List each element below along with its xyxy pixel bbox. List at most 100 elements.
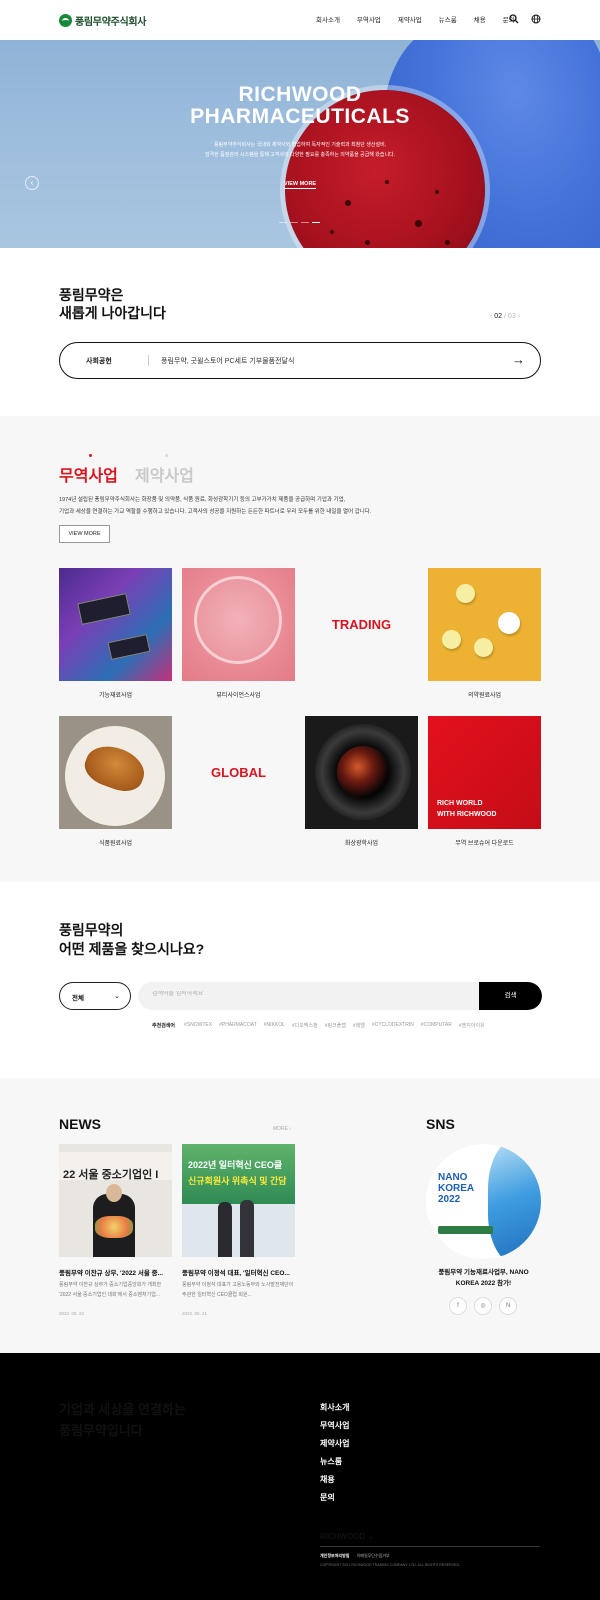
news-item-2-desc: 풍림무약 이정석 대표가 고용노동부와 노사발전재단이 주관한 일터혁신 CEO… — [182, 1282, 294, 1298]
sns-img-line1: NANO — [438, 1172, 468, 1183]
keyword-link[interactable]: #COMPUTAR — [421, 1022, 452, 1029]
business-desc-line1: 1974년 설립된 풍림무약주식회사는 화장품 및 의약품, 식품 원료, 화성… — [59, 497, 346, 503]
tile-brochure-image[interactable]: RICH WORLD WITH RICHWOOD — [428, 716, 541, 829]
footer-title-line2: 풍림무약입니다 — [59, 1423, 143, 1438]
footer-title: 기업과 세상을 연결하는 풍림무약입니다 — [59, 1399, 186, 1441]
hero-title-line2: PHARMACEUTICALS — [190, 105, 410, 128]
keyword-link[interactable]: #CYCLODEXTRIN — [372, 1022, 414, 1029]
news-1-image-text: 22 서울 중소기업인 I — [63, 1169, 159, 1181]
chevron-down-icon: ⌄ — [367, 1532, 375, 1541]
hero-page-4[interactable] — [312, 222, 320, 223]
keyword-link[interactable]: #링크플랩 — [325, 1022, 346, 1029]
news-item-2-date: 2022. 06. 21 — [182, 1311, 208, 1316]
more-label: MORE — [273, 1126, 288, 1132]
footer-nav-pharma[interactable]: 제약사업 — [320, 1435, 349, 1453]
news-item-1-image[interactable]: 22 서울 중소기업인 I — [59, 1144, 172, 1257]
footer-nav-newsroom[interactable]: 뉴스룸 — [320, 1453, 349, 1471]
news-2-image-text-1: 2022년 일터혁신 CEO클 — [188, 1160, 283, 1170]
search-button[interactable]: 검색 — [479, 982, 542, 1010]
next-chevron-icon[interactable]: › — [518, 313, 520, 320]
hero-page-1[interactable] — [279, 222, 287, 223]
sns-caption[interactable]: 풍림무약 기능재료사업부, NANO KOREA 2022 참가! — [426, 1267, 541, 1289]
news-category: 사회공헌 — [86, 358, 112, 365]
naver-blog-icon[interactable]: N — [499, 1297, 517, 1315]
hero-prev-arrow-icon[interactable]: ‹ — [25, 176, 39, 190]
footer-nav-trading[interactable]: 무역사업 — [320, 1417, 349, 1435]
globe-icon[interactable] — [531, 14, 541, 24]
footer-divider — [320, 1546, 540, 1547]
sns-img-line2: KOREA — [438, 1183, 475, 1194]
intro-title-line1: 풍림무약은 — [59, 287, 124, 303]
keyword-link[interactable]: #레엘 — [353, 1022, 365, 1029]
tile-beauty-label[interactable]: 뷰티사이언스사업 — [182, 690, 295, 699]
news-more-link[interactable]: MORE › — [273, 1126, 291, 1132]
email-policy-link[interactable]: 이메일무단수집거부 — [357, 1553, 390, 1558]
tile-food-label[interactable]: 식품원료사업 — [59, 838, 172, 847]
hero-page-2[interactable] — [290, 222, 298, 223]
sns-img-line3: 2022 — [438, 1194, 461, 1205]
footer-nav-recruit[interactable]: 채용 — [320, 1471, 349, 1489]
hero-view-more-button[interactable]: VIEW MORE — [284, 181, 317, 189]
news-heading: NEWS — [59, 1116, 101, 1132]
footer-nav-company[interactable]: 회사소개 — [320, 1399, 349, 1417]
search-category-select[interactable]: 전체 ⌄ — [59, 982, 131, 1010]
privacy-policy-link[interactable]: 개인정보처리방침 — [320, 1553, 349, 1558]
tile-brochure-label[interactable]: 무역 브로슈어 다운로드 — [428, 838, 541, 847]
instagram-icon[interactable]: ◎ — [474, 1297, 492, 1315]
sns-image-text: NANO KOREA 2022 — [438, 1172, 474, 1205]
search-title-line2: 어떤 제품을 찾으시나요? — [59, 941, 205, 957]
tile-optics-image[interactable] — [305, 716, 418, 829]
keyword-link[interactable]: #PHARMACOAT — [219, 1022, 257, 1029]
search-input[interactable] — [152, 991, 452, 997]
nav-trading[interactable]: 무역사업 — [357, 14, 381, 24]
business-view-more-button[interactable]: VIEW MORE — [59, 525, 110, 543]
footer-nav-contact[interactable]: 문의 — [320, 1489, 349, 1507]
tile-pharma-image[interactable] — [428, 568, 541, 681]
hero-description: 풍림무약주식회사는 국내외 제약사와 협업하여 독자적인 기술력과 최첨단 생산… — [0, 140, 600, 160]
search-icon[interactable] — [509, 14, 519, 24]
tile-food-image[interactable] — [59, 716, 172, 829]
footer-nav: 회사소개 무역사업 제약사업 뉴스룸 채용 문의 — [320, 1399, 349, 1507]
footer-brand: RICHWOOD — [320, 1532, 366, 1541]
hero-page-3[interactable] — [301, 222, 309, 223]
tile-functional-label[interactable]: 기능재료사업 — [59, 690, 172, 699]
tile-pharma-label[interactable]: 의약원료사업 — [428, 690, 541, 699]
select-value: 전체 — [72, 995, 84, 1002]
tile-optics-label[interactable]: 화상광학사업 — [305, 838, 418, 847]
main-nav: 회사소개 무역사업 제약사업 뉴스룸 채용 문의 — [316, 14, 532, 24]
family-site-select[interactable]: RICHWOOD ⌄ — [320, 1532, 374, 1541]
news-headline[interactable]: 풍림무약, 굿윌스토어 PC세트 기부물품전달식 — [161, 356, 294, 366]
sns-post-image[interactable]: NANO KOREA 2022 — [426, 1144, 541, 1259]
chevron-right-icon: › — [289, 1126, 292, 1132]
search-title-line1: 풍림무약의 — [59, 922, 124, 938]
sns-heading: SNS — [426, 1116, 455, 1132]
search-box: 검색 — [138, 982, 542, 1010]
keywords-label: 추천검색어 — [152, 1023, 176, 1029]
nav-company[interactable]: 회사소개 — [316, 14, 340, 24]
arrow-right-icon[interactable]: → — [512, 352, 525, 367]
news-item-2-image[interactable]: 2022년 일터혁신 CEO클 신규회원사 위촉식 및 간담 — [182, 1144, 295, 1257]
chevron-down-icon: ⌄ — [114, 993, 120, 1000]
tile-beauty-image[interactable] — [182, 568, 295, 681]
tab-trading[interactable]: 무역사업 — [59, 462, 118, 486]
news-item-2-title[interactable]: 풍림무약 이정석 대표, '일터혁신 CEO... — [182, 1267, 295, 1277]
keyword-link[interactable]: #엔지아이유 — [459, 1022, 485, 1029]
tab-pharma[interactable]: 제약사업 — [135, 462, 194, 486]
keyword-link[interactable]: #SNOWTEX — [184, 1022, 212, 1029]
brochure-image-text: RICH WORLD WITH RICHWOOD — [437, 798, 497, 820]
counter-current: 02 — [494, 313, 503, 320]
tile-functional-image[interactable] — [59, 568, 172, 681]
keyword-link[interactable]: #NIKKOL — [264, 1022, 285, 1029]
news-2-image-text-2: 신규회원사 위촉식 및 간담 — [188, 1176, 287, 1186]
logo[interactable]: 풍림무약주식회사 — [59, 13, 147, 28]
keyword-link[interactable]: #디오맥스첨 — [292, 1022, 318, 1029]
news-ticker[interactable]: 사회공헌 풍림무약, 굿윌스토어 PC세트 기부물품전달식 → — [59, 342, 541, 379]
nav-pharma[interactable]: 제약사업 — [398, 14, 422, 24]
active-tab-dot — [89, 454, 92, 457]
nav-recruit[interactable]: 채용 — [474, 14, 486, 24]
search-title: 풍림무약의 어떤 제품을 찾으시나요? — [59, 921, 204, 959]
facebook-icon[interactable]: f — [449, 1297, 467, 1315]
nav-newsroom[interactable]: 뉴스룸 — [439, 14, 457, 24]
hero-desc-line2: 엄격한 품질관리 시스템을 통해 고객사의 다양한 필요를 충족하는 의약품을 … — [204, 152, 396, 158]
news-item-1-title[interactable]: 풍림무약 이찬규 상무, '2022 서울 중... — [59, 1267, 172, 1277]
